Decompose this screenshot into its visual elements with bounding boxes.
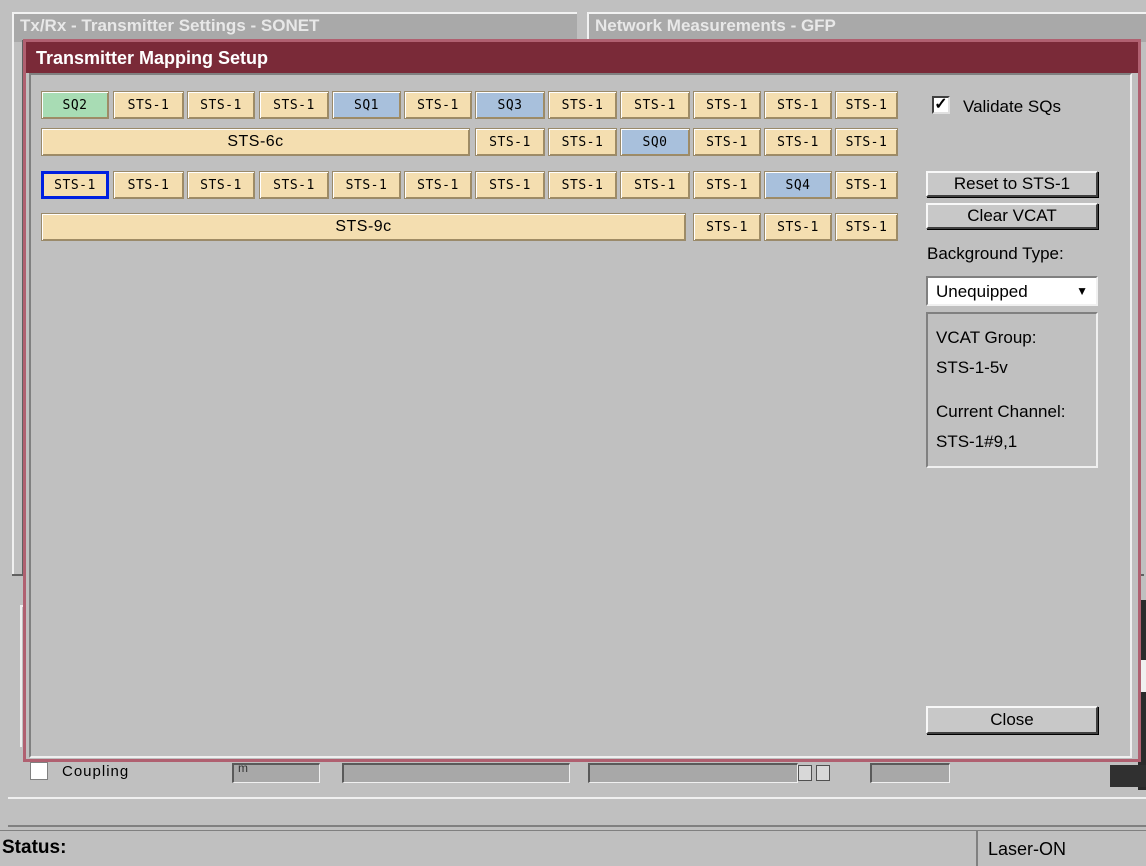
background-spin-down[interactable] [816,765,830,781]
grid-cell[interactable]: STS-1 [404,91,472,119]
background-type-label: Background Type: [927,244,1064,263]
grid-cell[interactable]: STS-1 [620,171,690,199]
close-button[interactable]: Close [926,706,1098,734]
grid-cell[interactable]: SQ1 [332,91,401,119]
grid-cell[interactable]: STS-1 [764,91,832,119]
grid-cell[interactable]: STS-1 [764,128,832,156]
tab-network-measurements[interactable]: Network Measurements - GFP [587,12,1146,42]
status-bar: Status: Laser-ON [0,830,1146,866]
coupling-label: Coupling [62,763,130,780]
grid-cell[interactable]: STS-1 [764,213,832,241]
grid-cell[interactable]: STS-1 [693,128,761,156]
laser-status-cell: Laser-ON [976,831,1146,866]
tab-label: Network Measurements - GFP [595,16,836,35]
slider-glyph: m [238,761,248,775]
background-field-1[interactable] [342,763,570,783]
validate-sqs-checkbox[interactable]: ✓ [932,96,950,114]
grid-cell[interactable]: STS-1 [332,171,401,199]
grid-cell[interactable]: STS-1 [835,128,898,156]
grid-cell[interactable]: STS-9c [41,213,686,241]
background-field-2[interactable] [588,763,798,783]
grid-cell[interactable]: STS-1 [113,91,184,119]
grid-cell[interactable]: STS-1 [475,128,545,156]
laser-status: Laser-ON [988,839,1067,859]
grid-cell[interactable]: SQ2 [41,91,109,119]
info-panel: VCAT Group: STS-1-5v Current Channel: ST… [926,312,1098,468]
grid-cell[interactable]: SQ0 [620,128,690,156]
background-type-select[interactable]: Unequipped ▼ [926,276,1098,306]
grid-cell[interactable]: STS-1 [548,128,617,156]
grid-cell[interactable]: STS-1 [835,91,898,119]
vcat-group-value: STS-1-5v [936,358,1008,377]
chevron-down-icon[interactable]: ▼ [1076,284,1088,298]
grid-cell[interactable]: SQ4 [764,171,832,199]
vcat-group-label: VCAT Group: [936,328,1037,347]
background-slider[interactable]: m [232,761,320,783]
grid-cell[interactable]: STS-1 [259,171,329,199]
grid-cell[interactable]: STS-1 [113,171,184,199]
grid-cell[interactable]: STS-1 [187,91,255,119]
current-channel-label: Current Channel: [936,402,1066,421]
grid-cell[interactable]: STS-1 [259,91,329,119]
background-type-value: Unequipped [936,282,1028,301]
message-bar [8,797,1146,827]
grid-cell[interactable]: STS-1 [404,171,472,199]
clear-vcat-button[interactable]: Clear VCAT [926,203,1098,229]
grid-cell[interactable]: STS-1 [693,171,761,199]
grid-cell[interactable]: STS-1 [835,171,898,199]
grid-cell[interactable]: STS-1 [693,213,761,241]
grid-cell[interactable]: STS-1 [693,91,761,119]
background-field-3[interactable] [870,763,950,783]
validate-sqs-label: Validate SQs [963,97,1061,116]
tab-label: Tx/Rx - Transmitter Settings - SONET [20,16,320,35]
grid-cell[interactable]: STS-1 [620,91,690,119]
grid-cell[interactable]: STS-1 [548,91,617,119]
background-spin-up[interactable] [798,765,812,781]
grid-cell[interactable]: STS-1 [548,171,617,199]
tab-transmitter-settings[interactable]: Tx/Rx - Transmitter Settings - SONET [12,12,577,42]
grid-cell[interactable]: STS-1 [835,213,898,241]
coupling-checkbox[interactable] [30,762,48,780]
dialog-title: Transmitter Mapping Setup [26,42,1138,73]
grid-cell[interactable]: STS-1 [475,171,545,199]
grid-cell[interactable]: STS-6c [41,128,470,156]
background-dark-panel [1110,765,1146,787]
check-mark-icon: ✓ [934,96,948,113]
current-channel-value: STS-1#9,1 [936,432,1018,451]
status-label: Status: [2,837,67,858]
grid-cell[interactable]: SQ3 [475,91,545,119]
grid-cell-selected[interactable]: STS-1 [41,171,109,199]
grid-cell[interactable]: STS-1 [187,171,255,199]
reset-to-sts1-button[interactable]: Reset to STS-1 [926,171,1098,197]
